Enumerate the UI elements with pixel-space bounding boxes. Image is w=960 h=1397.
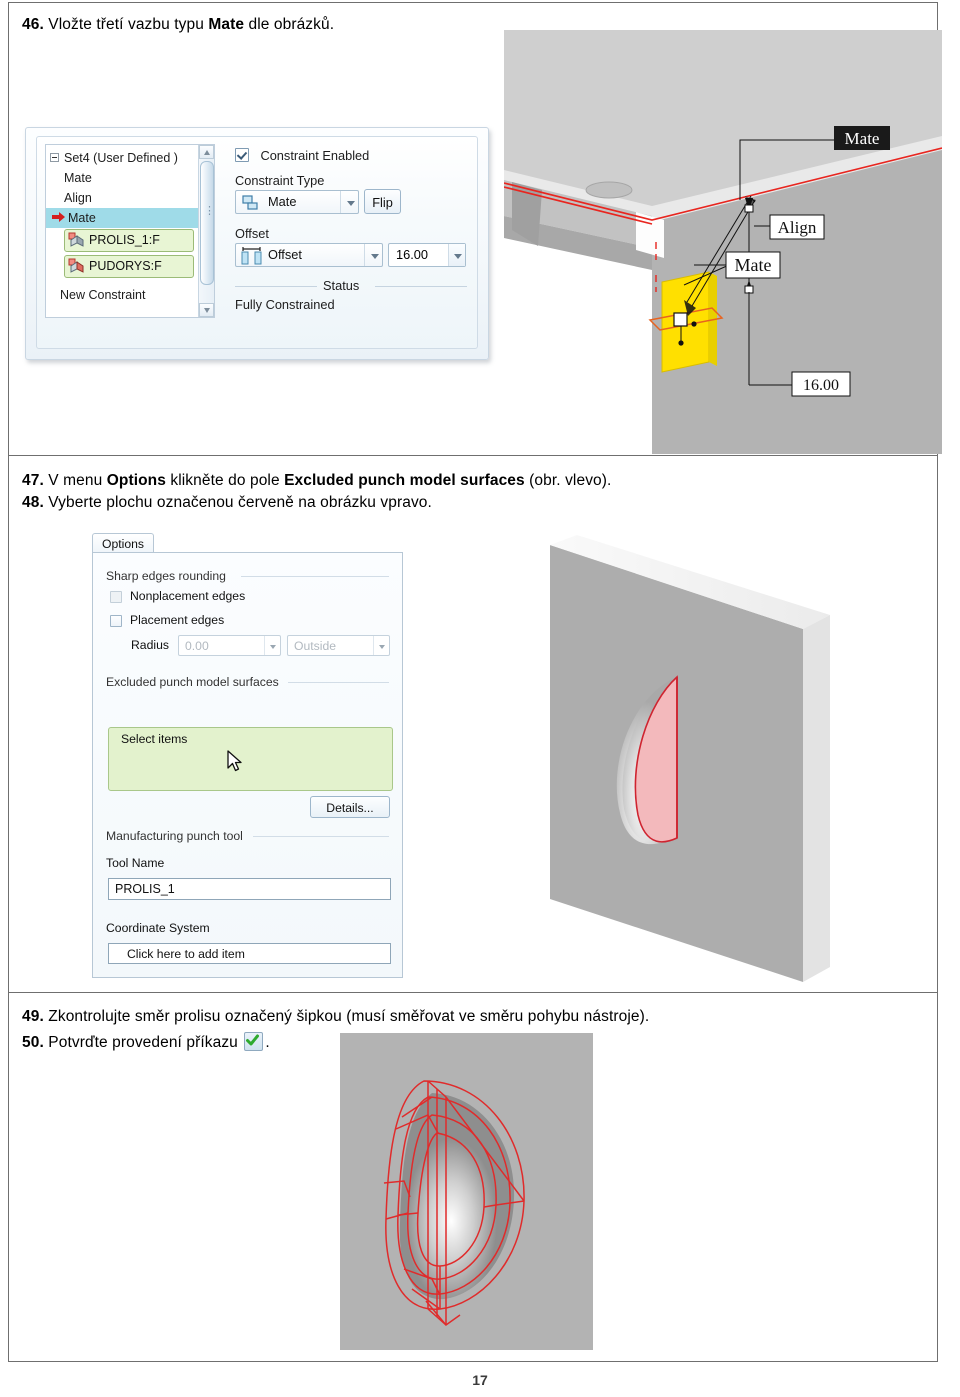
chevron-down-icon[interactable]	[364, 244, 382, 266]
group-label-sharp-edges: Sharp edges rounding	[106, 569, 226, 583]
step-48-text: Vyberte plochu označenou červeně na obrá…	[48, 494, 432, 511]
constraint-enabled-label: Constraint Enabled	[260, 148, 370, 163]
part-icon	[68, 258, 86, 277]
step-49-text: Zkontrolujte směr prolisu označený šipko…	[48, 1008, 650, 1025]
tool-name-label: Tool Name	[106, 856, 165, 870]
step-50: 50. Potvrďte provedení příkazu .	[22, 1032, 270, 1053]
tree-footer-label: New Constraint	[60, 288, 146, 302]
tree-item-label: Align	[64, 191, 92, 205]
placement-edges-checkbox[interactable]	[110, 615, 122, 627]
svg-text:Align: Align	[778, 218, 817, 237]
tree-chip-label: PUDORYS:F	[89, 259, 162, 273]
offset-value: 16.00	[396, 247, 429, 262]
nonplacement-edges-label: Nonplacement edges	[130, 589, 246, 603]
svg-text:Mate: Mate	[735, 255, 772, 275]
radius-field[interactable]: 0.00	[178, 635, 281, 656]
scroll-thumb[interactable]	[200, 161, 215, 285]
scroll-up-icon[interactable]	[199, 145, 214, 159]
select-items-label: Select items	[121, 732, 188, 746]
radius-value: 0.00	[185, 639, 209, 653]
tree-item-label: Mate	[64, 171, 92, 185]
section-separator-2	[8, 992, 938, 993]
mouse-cursor-icon	[227, 750, 245, 779]
step-47-text: V menu Options klikněte do pole Excluded…	[48, 472, 612, 489]
offset-type-combo[interactable]: Offset	[235, 243, 383, 267]
step-47-number: 47.	[22, 472, 44, 489]
flip-button[interactable]: Flip	[364, 189, 401, 214]
group-rule	[241, 576, 389, 577]
mate-icon	[242, 195, 262, 216]
svg-text:16.00: 16.00	[803, 377, 839, 394]
status-value: Fully Constrained	[235, 297, 335, 312]
constraint-tree[interactable]: Set4 (User Defined ) Mate Align Mate PRO…	[45, 144, 215, 318]
offset-group-label: Offset	[235, 226, 269, 241]
group-label-manufacturing: Manufacturing punch tool	[106, 829, 243, 843]
tree-item-label: Mate	[68, 211, 96, 225]
step-46-number: 46.	[22, 16, 44, 33]
group-rule	[288, 682, 389, 683]
options-dialog: Options Sharp edges rounding Nonplacemen…	[92, 533, 403, 978]
tree-item-align[interactable]: Align	[46, 188, 214, 208]
coordinate-system-input[interactable]: Click here to add item	[108, 943, 391, 964]
plate-3d-figure	[520, 527, 850, 982]
chevron-down-icon[interactable]	[373, 636, 389, 655]
green-check-icon	[244, 1032, 264, 1051]
tree-chip-prolis[interactable]: PROLIS_1:F	[64, 229, 194, 252]
side-select[interactable]: Outside	[287, 635, 390, 656]
options-dialog-body: Sharp edges rounding Nonplacement edges …	[92, 552, 403, 978]
tree-item-mate-2-selected[interactable]: Mate	[46, 208, 214, 228]
step-46: 46. Vložte třetí vazbu typu Mate dle obr…	[22, 14, 334, 35]
excluded-surfaces-select-box[interactable]: Select items	[108, 727, 393, 791]
part-icon	[68, 232, 86, 251]
group-label-excluded-surfaces: Excluded punch model surfaces	[106, 675, 279, 689]
wireframe-3d-figure	[340, 1033, 593, 1350]
tree-scrollbar[interactable]	[198, 145, 215, 317]
constraint-type-label: Constraint Type	[235, 173, 325, 188]
step-49: 49. Zkontrolujte směr prolisu označený š…	[22, 1006, 649, 1027]
tree-chip-pudorys[interactable]: PUDORYS:F	[64, 255, 194, 278]
offset-value-field[interactable]: 16.00	[388, 243, 466, 267]
section-separator-1	[8, 455, 938, 456]
status-group-label: Status	[323, 278, 360, 293]
side-value: Outside	[294, 639, 337, 653]
coordinate-system-label: Coordinate System	[106, 921, 210, 935]
step-50-text: Potvrďte provedení příkazu	[48, 1034, 243, 1051]
step-46-text: Vložte třetí vazbu typu Mate dle obrázků…	[48, 16, 335, 33]
placement-edges-label: Placement edges	[130, 613, 225, 627]
tab-options[interactable]: Options	[92, 533, 154, 554]
offset-icon	[241, 247, 265, 270]
constraint-enabled-row[interactable]: Constraint Enabled	[235, 147, 369, 165]
tree-root-row[interactable]: Set4 (User Defined )	[46, 148, 214, 168]
tree-item-mate-1[interactable]: Mate	[46, 168, 214, 188]
tree-chip-label: PROLIS_1:F	[89, 233, 160, 247]
constraint-dialog: Set4 (User Defined ) Mate Align Mate PRO…	[25, 127, 489, 360]
offset-type-value: Offset	[268, 247, 302, 262]
step-47: 47. V menu Options klikněte do pole Excl…	[22, 470, 611, 491]
chevron-down-icon[interactable]	[264, 636, 280, 655]
svg-text:Mate: Mate	[845, 129, 880, 148]
constraint-type-value: Mate	[268, 194, 297, 209]
nonplacement-edges-checkbox[interactable]	[110, 591, 122, 603]
page-number: 17	[472, 1372, 488, 1388]
chevron-down-icon[interactable]	[340, 191, 358, 213]
details-button[interactable]: Details...	[310, 796, 390, 818]
tree-root-label: Set4 (User Defined )	[64, 151, 178, 165]
group-rule	[253, 836, 389, 837]
step-50-number: 50.	[22, 1034, 44, 1051]
step-50-period: .	[265, 1034, 270, 1051]
expander-icon[interactable]	[50, 153, 59, 162]
tool-name-input[interactable]: PROLIS_1	[108, 878, 391, 900]
constraint-dialog-inner: Set4 (User Defined ) Mate Align Mate PRO…	[36, 136, 478, 349]
tree-new-constraint[interactable]: New Constraint	[46, 285, 214, 305]
step-48: 48. Vyberte plochu označenou červeně na …	[22, 492, 432, 513]
chevron-down-icon[interactable]	[448, 244, 465, 266]
scroll-down-icon[interactable]	[199, 303, 214, 317]
constraint-type-combo[interactable]: Mate	[235, 190, 359, 214]
radius-label: Radius	[131, 638, 169, 652]
constraint-enabled-checkbox[interactable]	[235, 148, 249, 162]
step-48-number: 48.	[22, 494, 44, 511]
step-49-number: 49.	[22, 1008, 44, 1025]
assembly-3d-figure: Mate Align Mate 16.00	[504, 30, 942, 454]
